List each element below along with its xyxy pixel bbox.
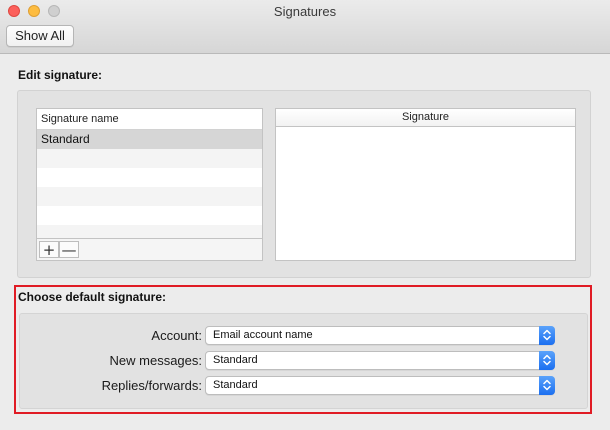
signatures-window: Signatures Show All Edit signature: Sign…: [0, 0, 610, 430]
list-footer: + —: [37, 238, 262, 260]
new-messages-select-value: Standard: [213, 354, 258, 366]
chevron-up-down-icon: [539, 376, 555, 395]
remove-signature-button[interactable]: —: [59, 241, 79, 258]
title-bar: Signatures Show All: [0, 0, 610, 54]
show-all-button[interactable]: Show All: [6, 25, 74, 47]
replies-forwards-select[interactable]: Standard: [205, 376, 555, 395]
signature-list-item[interactable]: Standard: [37, 130, 262, 149]
account-label: Account:: [151, 328, 202, 343]
edit-signature-panel: Signature name Standard + — Signature: [17, 90, 591, 278]
choose-default-signature-heading: Choose default signature:: [18, 290, 167, 304]
signature-column-header: Signature: [276, 109, 575, 127]
signature-name-column-header[interactable]: Signature name: [37, 109, 262, 130]
chevron-up-down-icon: [539, 326, 555, 345]
replies-forwards-label: Replies/forwards:: [101, 378, 202, 393]
new-messages-select[interactable]: Standard: [205, 351, 555, 370]
replies-forwards-select-value: Standard: [213, 379, 258, 391]
empty-list-row: [37, 206, 262, 225]
edit-signature-heading: Edit signature:: [18, 68, 103, 82]
empty-list-row: [37, 168, 262, 187]
new-messages-label: New messages:: [109, 353, 202, 368]
account-select-value: Email account name: [213, 329, 313, 341]
empty-list-row: [37, 149, 262, 168]
add-signature-button[interactable]: +: [39, 241, 59, 258]
signature-editor[interactable]: Signature: [275, 108, 576, 261]
chevron-up-down-icon: [539, 351, 555, 370]
signature-list[interactable]: Signature name Standard + —: [36, 108, 263, 261]
account-select[interactable]: Email account name: [205, 326, 555, 345]
empty-list-row: [37, 187, 262, 206]
window-title: Signatures: [273, 4, 337, 19]
